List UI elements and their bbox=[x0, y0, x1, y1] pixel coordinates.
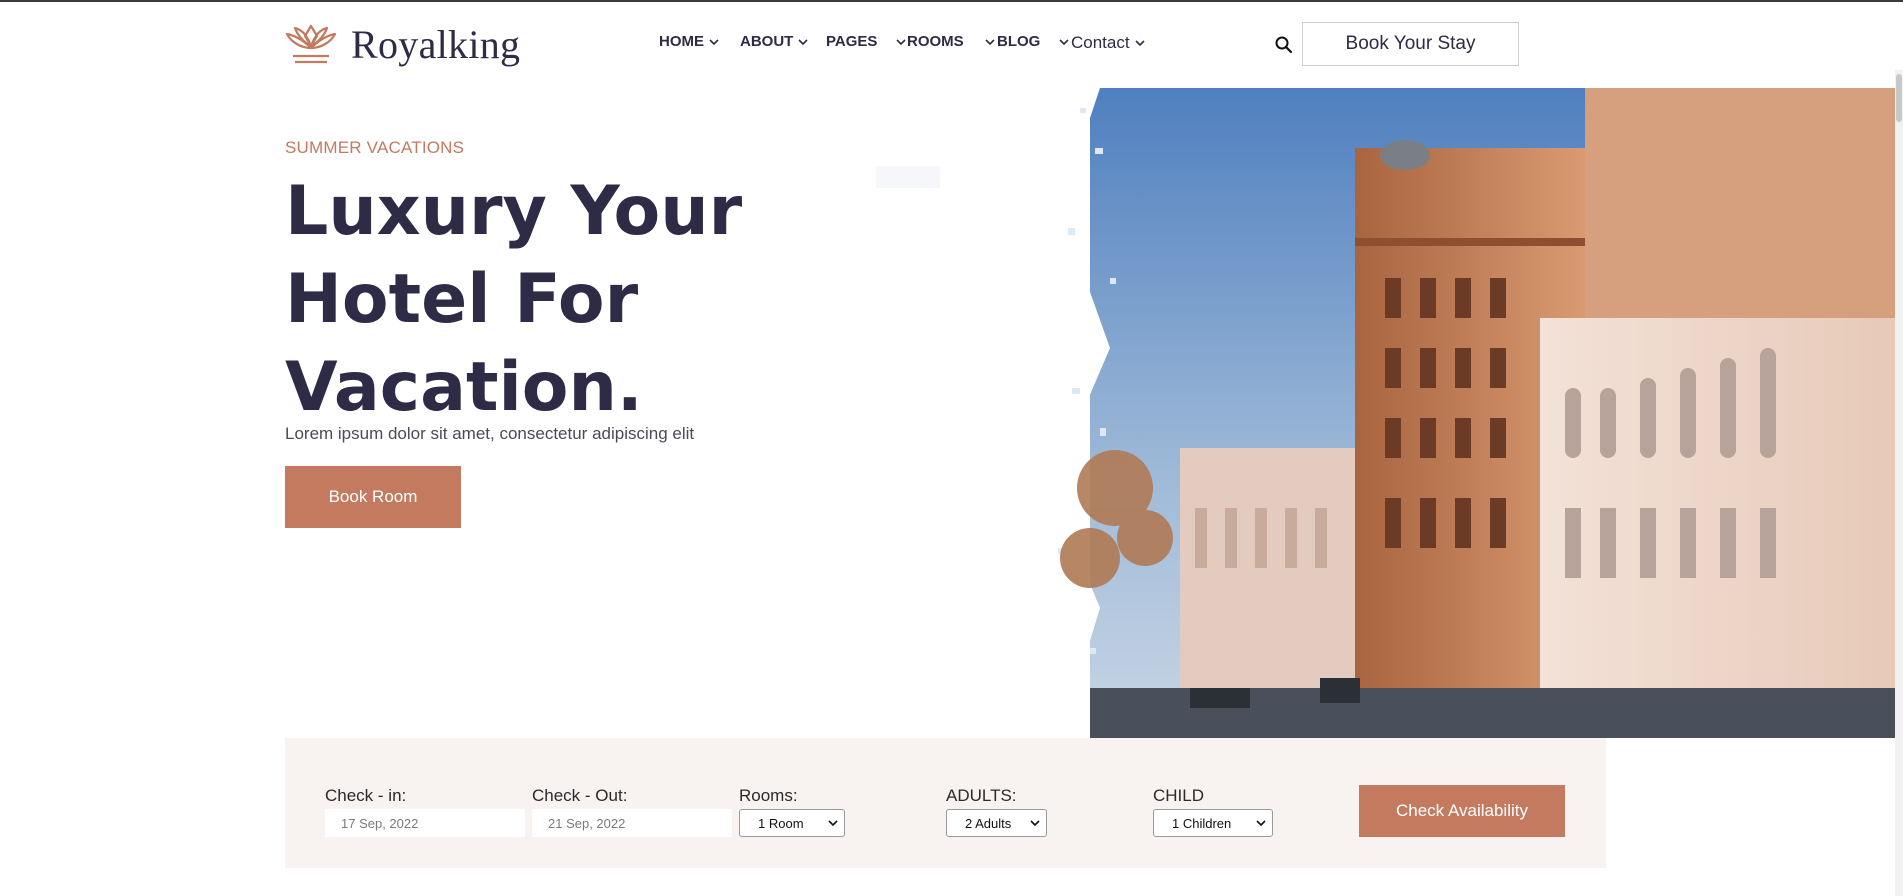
book-your-stay-button[interactable]: Book Your Stay bbox=[1302, 22, 1519, 66]
hero-headline: Luxury Your Hotel For Vacation. bbox=[285, 168, 845, 432]
chevron-down-icon bbox=[896, 38, 906, 45]
chevron-down-icon bbox=[1135, 40, 1145, 47]
scrollbar-thumb[interactable] bbox=[1896, 74, 1902, 122]
check-in-field: Check - in: 17 Sep, 2022 bbox=[325, 786, 525, 837]
hero-headline-line-2: Hotel For bbox=[285, 260, 639, 339]
nav-rooms-label: ROOMS bbox=[907, 33, 964, 50]
nav-home-label: HOME bbox=[659, 33, 704, 50]
hero-subtext: Lorem ipsum dolor sit amet, consectetur … bbox=[285, 424, 695, 443]
nav-contact[interactable]: Contact bbox=[1071, 33, 1146, 53]
logo-text: Royalking bbox=[351, 21, 521, 67]
rooms-select-value: 1 Room bbox=[758, 815, 804, 831]
nav-rooms[interactable]: ROOMS bbox=[907, 33, 996, 50]
chevron-down-icon bbox=[1059, 38, 1069, 45]
hotel-buildings-photo bbox=[940, 88, 1896, 738]
child-select-value: 1 Children bbox=[1172, 815, 1232, 831]
check-in-input[interactable]: 17 Sep, 2022 bbox=[325, 809, 525, 837]
site-logo[interactable]: Royalking bbox=[285, 20, 520, 68]
window-top-border bbox=[0, 0, 1903, 2]
child-select[interactable]: 1 Children bbox=[1153, 809, 1273, 837]
nav-home[interactable]: HOME bbox=[659, 33, 720, 50]
chevron-down-icon bbox=[798, 38, 808, 45]
adults-select[interactable]: 2 Adults bbox=[946, 809, 1047, 837]
adults-field: ADULTS: 2 Adults bbox=[946, 786, 1047, 837]
book-room-button[interactable]: Book Room bbox=[285, 466, 461, 528]
nav-blog[interactable]: BLOG bbox=[997, 33, 1070, 50]
check-availability-button[interactable]: Check Availability bbox=[1359, 785, 1565, 837]
nav-contact-label: Contact bbox=[1071, 33, 1130, 52]
rooms-field: Rooms: 1 Room bbox=[739, 786, 845, 837]
hero-eyebrow: SUMMER VACATIONS bbox=[285, 138, 465, 157]
adults-label: ADULTS: bbox=[946, 786, 1017, 805]
rooms-select[interactable]: 1 Room bbox=[739, 809, 845, 837]
chevron-down-icon bbox=[985, 38, 995, 45]
check-out-input[interactable]: 21 Sep, 2022 bbox=[532, 809, 732, 837]
hero-headline-line-1: Luxury Your bbox=[285, 172, 743, 251]
page-scrollbar[interactable] bbox=[1895, 70, 1903, 896]
nav-pages[interactable]: PAGES bbox=[826, 33, 907, 50]
adults-select-value: 2 Adults bbox=[965, 815, 1012, 831]
search-icon[interactable] bbox=[1274, 35, 1294, 55]
hero-headline-line-3: Vacation. bbox=[285, 348, 643, 427]
chevron-down-icon bbox=[828, 820, 838, 827]
check-out-label: Check - Out: bbox=[532, 786, 628, 805]
nav-about[interactable]: ABOUT bbox=[740, 33, 809, 50]
child-label: CHILD bbox=[1153, 786, 1205, 805]
nav-about-label: ABOUT bbox=[740, 33, 794, 50]
nav-pages-label: PAGES bbox=[826, 33, 878, 50]
crown-lotus-icon bbox=[285, 24, 337, 64]
rooms-label: Rooms: bbox=[739, 786, 798, 805]
chevron-down-icon bbox=[709, 38, 719, 45]
chevron-down-icon bbox=[1256, 820, 1266, 827]
chevron-down-icon bbox=[1030, 820, 1040, 827]
check-out-field: Check - Out: 21 Sep, 2022 bbox=[532, 786, 732, 837]
nav-blog-label: BLOG bbox=[997, 33, 1041, 50]
booking-form: Check - in: 17 Sep, 2022 Check - Out: 21… bbox=[285, 738, 1606, 868]
check-in-label: Check - in: bbox=[325, 786, 407, 805]
child-field: CHILD 1 Children bbox=[1153, 786, 1273, 837]
